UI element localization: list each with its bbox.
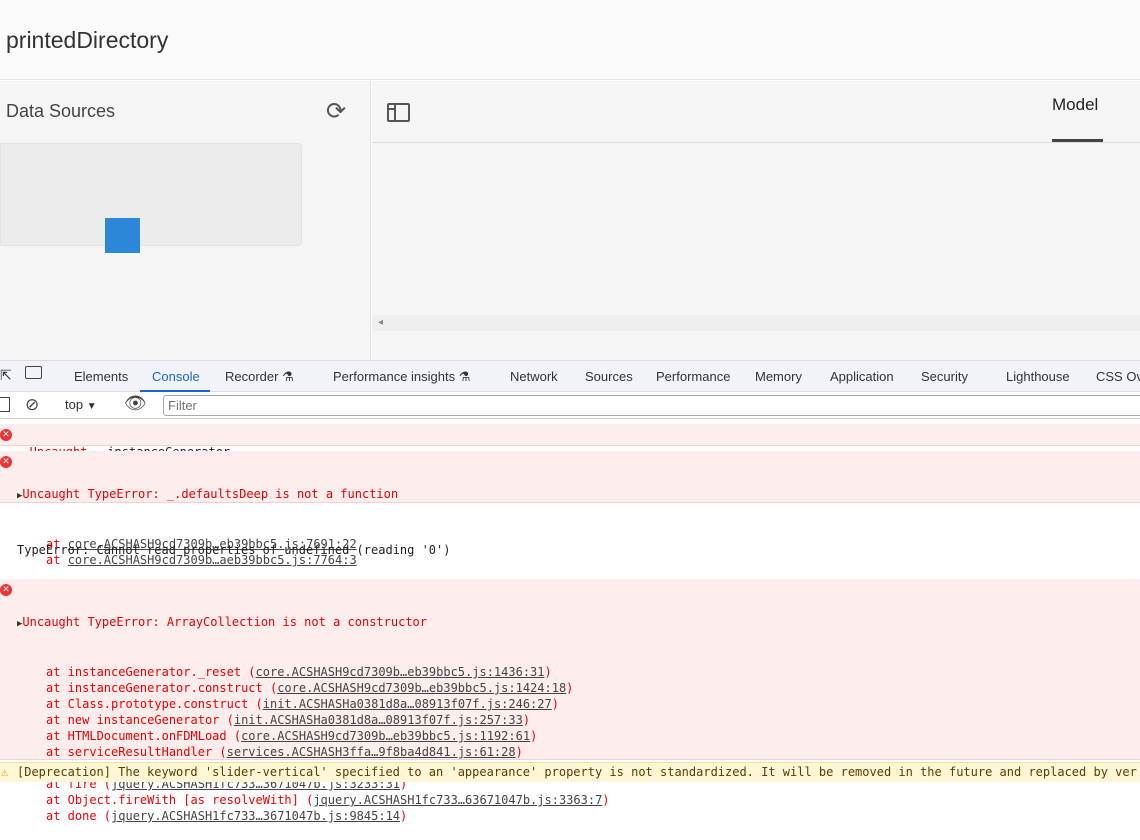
tab-css-overview[interactable]: CSS Ove	[1096, 369, 1140, 384]
error-text: Uncaught TypeError: _.defaultsDeep is no…	[22, 487, 399, 501]
tab-memory[interactable]: Memory	[755, 369, 802, 384]
source-link[interactable]: core.ACSHASH9cd7309b…eb39bbc5.js:1436:31	[256, 665, 545, 679]
tab-application[interactable]: Application	[830, 369, 894, 384]
frame-function: at Class.prototype.construct (	[46, 697, 263, 711]
tab-model[interactable]: Model	[1052, 95, 1098, 115]
frame-function: at Object.fireWith [as resolveWith] (	[46, 793, 314, 807]
error-icon: ✕	[0, 429, 12, 441]
frame-function: at done (	[46, 809, 112, 823]
flask-icon: ⚗	[458, 369, 471, 384]
tab-security[interactable]: Security	[921, 369, 968, 384]
source-link[interactable]: jquery.ACSHASH1fc733…63671047b.js:3363:7	[313, 793, 602, 807]
refresh-icon[interactable]: ⟳	[326, 97, 346, 126]
device-toolbar-icon[interactable]	[25, 366, 42, 379]
message-text: TypeError: Cannot read properties of und…	[17, 543, 451, 557]
paren: )	[551, 697, 559, 711]
stack-frame: at Class.prototype.construct (init.ACSHA…	[17, 696, 1140, 712]
tab-network[interactable]: Network	[510, 369, 558, 384]
tab-elements[interactable]: Elements	[74, 369, 128, 384]
tab-performance[interactable]: Performance	[656, 369, 730, 384]
paren: )	[566, 681, 574, 695]
source-link[interactable]: core.ACSHASH9cd7309b…eb39bbc5.js:1424:18	[277, 681, 566, 695]
console-error: ✕ ▶Uncaught TypeError: ArrayCollection is…	[0, 579, 1140, 823]
stack-frame: at done (jquery.ACSHASH1fc733…3671047b.j…	[17, 808, 1140, 824]
model-panel: Model ◂	[372, 81, 1140, 360]
paren: )	[515, 745, 523, 759]
devtools-tabbar: ⇱ Elements Console Recorder ⚗ Performanc…	[0, 360, 1140, 392]
console-message: TypeError: Cannot read properties of und…	[0, 507, 1140, 637]
stack-frame: at instanceGenerator._reset (core.ACSHAS…	[17, 664, 1140, 680]
warning-icon: ⚠	[1, 765, 9, 779]
source-link[interactable]: core.ACSHASH9cd7309b…eb39bbc5.js:1192:61	[241, 729, 530, 743]
data-sources-heading: Data Sources	[6, 101, 116, 121]
flask-icon: ⚗	[282, 369, 294, 384]
stack-frame: at new instanceGenerator (init.ACSHASHa0…	[17, 712, 1140, 728]
paren: )	[530, 729, 538, 743]
context-selector[interactable]: top ▼	[65, 397, 97, 412]
sidebar-toggle-icon[interactable]	[0, 397, 10, 412]
data-sources-panel: Data Sources ⟳	[0, 81, 371, 360]
stack-frame: at Object.fireWith [as resolveWith] (jqu…	[17, 792, 1140, 808]
data-source-thumbnail	[105, 218, 140, 253]
frame-function: at HTMLDocument.onFDMLoad (	[46, 729, 242, 743]
paren: )	[602, 793, 610, 807]
stack-frame: at instanceGenerator.construct (core.ACS…	[17, 680, 1140, 696]
error-text: Uncaught TypeError: ArrayCollection is n…	[22, 615, 427, 629]
app-header: printedDirectory	[0, 0, 1140, 80]
context-value: top	[65, 397, 84, 412]
console-error: ✕▶Uncaught ▶instanceGenerator	[0, 424, 1140, 459]
paren: )	[522, 713, 531, 727]
tab-performance-insights-label: Performance insights	[333, 369, 456, 384]
data-source-card[interactable]	[0, 143, 302, 253]
sidebar-toggle-icon[interactable]	[387, 103, 410, 122]
console-toolbar: ⊘ top ▼ 👁	[0, 392, 1140, 419]
tab-performance-insights[interactable]: Performance insights ⚗	[333, 369, 470, 385]
paren: )	[400, 809, 408, 823]
horizontal-scrollbar[interactable]: ◂	[372, 315, 1140, 331]
app-title: printedDirectory	[6, 27, 169, 53]
stack-frame: at HTMLDocument.onFDMLoad (core.ACSHASH9…	[17, 728, 1140, 744]
source-link[interactable]: init.ACSHASHa0381d8a…08913f07f.js:246:27	[263, 697, 552, 711]
console-warning: ⚠ [Deprecation] The keyword 'slider-verti…	[0, 762, 1140, 782]
tab-lighthouse[interactable]: Lighthouse	[1006, 369, 1070, 384]
tab-underline	[1052, 139, 1103, 142]
frame-function: at serviceResultHandler (	[46, 745, 227, 759]
tab-sources[interactable]: Sources	[585, 369, 633, 384]
error-icon: ✕	[0, 584, 12, 596]
tab-console[interactable]: Console	[152, 369, 200, 384]
inspect-element-icon[interactable]: ⇱	[0, 367, 12, 384]
tab-recorder-label: Recorder	[225, 369, 279, 384]
frame-function: at instanceGenerator.construct (	[46, 681, 278, 695]
eye-icon[interactable]: 👁	[124, 393, 147, 414]
frame-function: at instanceGenerator._reset (	[46, 665, 256, 679]
paren: )	[544, 665, 552, 679]
error-icon: ✕	[0, 456, 12, 468]
stack-frame: at serviceResultHandler (services.ACSHAS…	[17, 744, 1140, 760]
filter-input[interactable]	[163, 395, 1140, 416]
source-link[interactable]: init.ACSHASHa0381d8a…08913f07f.js:257:33	[234, 713, 523, 727]
source-link[interactable]: jquery.ACSHASH1fc733…3671047b.js:9845:14	[111, 809, 400, 823]
source-link[interactable]: services.ACSHASH3ffa…9f8ba4d841.js:61:28	[227, 745, 516, 759]
clear-console-icon[interactable]: ⊘	[25, 395, 39, 415]
console-error: ✕ ▶Uncaught TypeError: _.defaultsDeep is …	[0, 451, 1140, 567]
tab-recorder[interactable]: Recorder ⚗	[225, 369, 294, 385]
frame-function: at new instanceGenerator (	[46, 713, 234, 727]
chevron-down-icon: ▼	[86, 401, 97, 412]
model-toolbar: Model	[372, 81, 1140, 143]
